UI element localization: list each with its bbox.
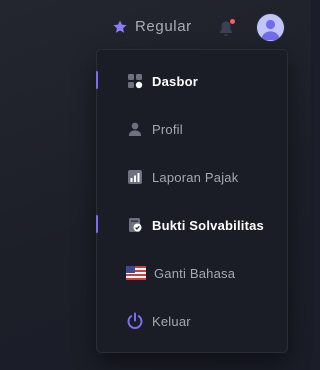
user-avatar[interactable] [257, 14, 284, 41]
menu-item-laporan-pajak[interactable]: Laporan Pajak [97, 160, 287, 194]
active-indicator [96, 71, 98, 89]
notification-button[interactable] [218, 19, 235, 38]
menu-item-label: Keluar [152, 313, 191, 329]
top-bar: Regular [0, 0, 311, 56]
menu-item-label: Profil [152, 121, 183, 137]
menu-item-label: Dasbor [152, 73, 198, 89]
menu-item-ganti-bahasa[interactable]: Ganti Bahasa [97, 256, 287, 290]
menu-item-label: Ganti Bahasa [154, 265, 236, 281]
power-icon [126, 312, 144, 330]
menu-item-keluar[interactable]: Keluar [97, 304, 287, 338]
document-check-icon [126, 216, 144, 234]
menu-item-label: Bukti Solvabilitas [152, 217, 264, 233]
bell-icon [218, 21, 234, 42]
user-dropdown-menu: Dasbor Profil Laporan Pajak Bukti Solvab… [96, 49, 288, 353]
plan-badge[interactable]: Regular [112, 18, 192, 35]
plan-label: Regular [135, 18, 192, 35]
menu-item-label: Laporan Pajak [152, 169, 239, 185]
menu-item-bukti-solvabilitas[interactable]: Bukti Solvabilitas [96, 208, 287, 242]
us-flag-icon [126, 264, 146, 282]
menu-item-dasbor[interactable]: Dasbor [96, 64, 287, 98]
menu-item-profil[interactable]: Profil [97, 112, 287, 146]
avatar-icon [261, 19, 280, 40]
bar-chart-icon [126, 168, 144, 186]
star-icon [112, 19, 128, 35]
notification-dot [230, 19, 235, 24]
active-indicator [96, 215, 98, 233]
dashboard-icon [126, 72, 144, 90]
user-icon [126, 120, 144, 138]
